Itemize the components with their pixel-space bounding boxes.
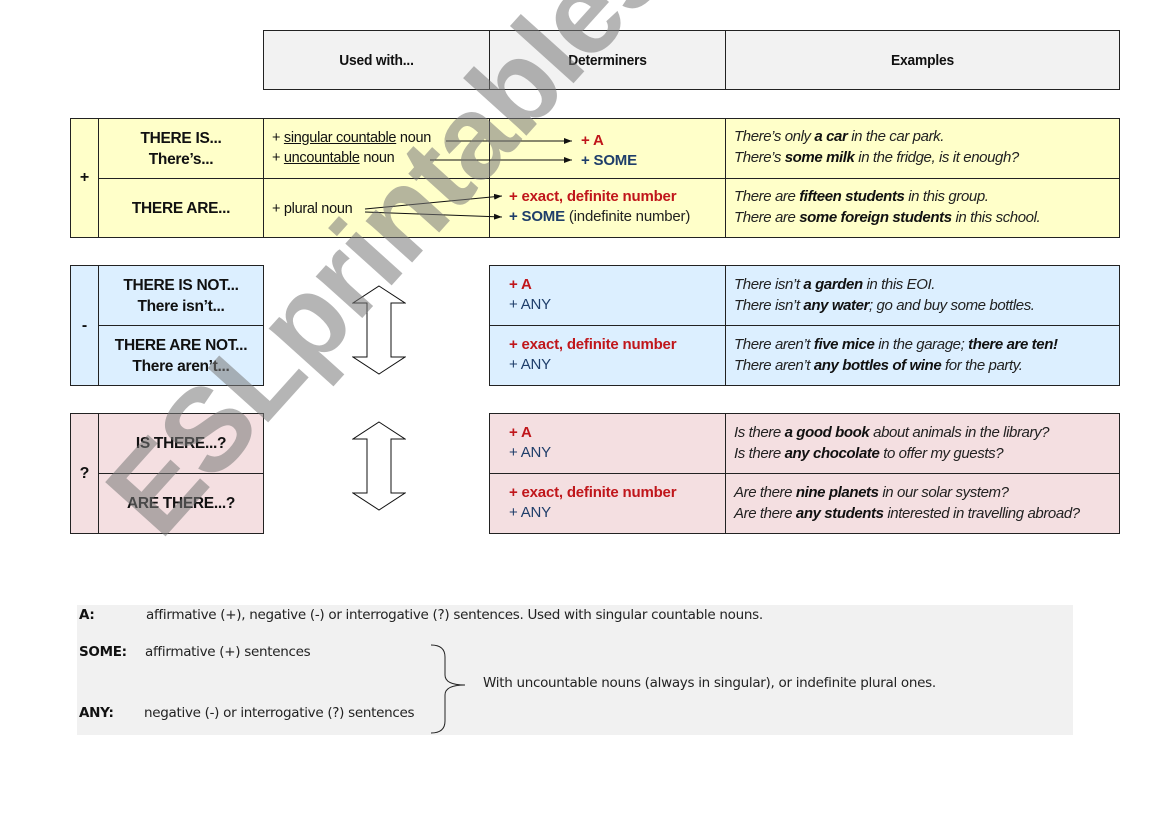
examples-is-there: Is there a good book about animals in th… <box>725 413 1120 474</box>
note-some-label: SOME: <box>79 644 127 660</box>
determiner-exact-number: + exact, definite number <box>509 336 677 353</box>
determiner-exact-number: + exact, definite number <box>509 484 677 501</box>
note-a-text: affirmative (+), negative (-) or interro… <box>146 607 763 623</box>
form-line1: THERE ARE NOT... <box>114 336 248 354</box>
determiner-a: + A <box>509 276 532 293</box>
example-sentence: There aren’t any bottles of wine for the… <box>734 356 1023 374</box>
example-sentence: Is there a good book about animals in th… <box>734 424 1050 441</box>
note-any-text: negative (-) or interrogative (?) senten… <box>144 705 415 721</box>
note-a-label: A: <box>79 607 95 623</box>
determiner-any: + ANY <box>509 504 551 521</box>
determiners-there-are-not: + exact, definite number + ANY <box>489 325 726 386</box>
example-sentence: There isn’t a garden in this EOI. <box>734 276 936 293</box>
form-line2: There isn’t... <box>137 297 225 315</box>
form-are-there: ARE THERE...? <box>98 473 264 534</box>
determiners-is-there: + A + ANY <box>489 413 726 474</box>
form-there-are-not: THERE ARE NOT... There aren’t... <box>98 325 264 386</box>
double-arrow-icon <box>352 421 406 511</box>
arrow-plural-to-some <box>364 211 503 220</box>
examples-are-there: Are there nine planets in our solar syst… <box>725 473 1120 534</box>
note-shared-text: With uncountable nouns (always in singul… <box>483 675 936 691</box>
form-line2: There aren’t... <box>132 357 230 375</box>
arrow-plural-to-exact <box>364 193 503 210</box>
connector-arrows <box>364 138 572 220</box>
form-line1: THERE IS NOT... <box>123 276 239 294</box>
double-arrow-icon <box>352 285 406 375</box>
note-any-label: ANY: <box>79 705 114 721</box>
negative-symbol: - <box>70 265 99 386</box>
interrogative-symbol: ? <box>70 413 99 534</box>
examples-there-is-not: There isn’t a garden in this EOI. There … <box>725 265 1120 326</box>
form-is-there: IS THERE...? <box>98 413 264 474</box>
examples-there-are-not: There aren’t five mice in the garage; th… <box>725 325 1120 386</box>
example-sentence: Is there any chocolate to offer my guest… <box>734 444 1004 462</box>
determiner-any: + ANY <box>509 356 551 373</box>
brace-icon <box>430 644 466 734</box>
determiner-any: + ANY <box>509 444 551 461</box>
determiners-are-there: + exact, definite number + ANY <box>489 473 726 534</box>
example-sentence: There aren’t five mice in the garage; th… <box>734 336 1058 353</box>
form-line1: ARE THERE...? <box>126 495 236 512</box>
form-line1: IS THERE...? <box>135 435 227 452</box>
determiners-there-is-not: + A + ANY <box>489 265 726 326</box>
example-sentence: Are there any students interested in tra… <box>734 504 1080 522</box>
determiner-any: + ANY <box>509 296 551 313</box>
example-sentence: There isn’t any water; go and buy some b… <box>734 296 1035 314</box>
form-there-is-not: THERE IS NOT... There isn’t... <box>98 265 264 326</box>
determiner-a: + A <box>509 424 532 441</box>
example-sentence: Are there nine planets in our solar syst… <box>734 484 1009 501</box>
note-some-text: affirmative (+) sentences <box>145 644 311 660</box>
usage-notes: A: affirmative (+), negative (-) or inte… <box>77 605 1073 735</box>
